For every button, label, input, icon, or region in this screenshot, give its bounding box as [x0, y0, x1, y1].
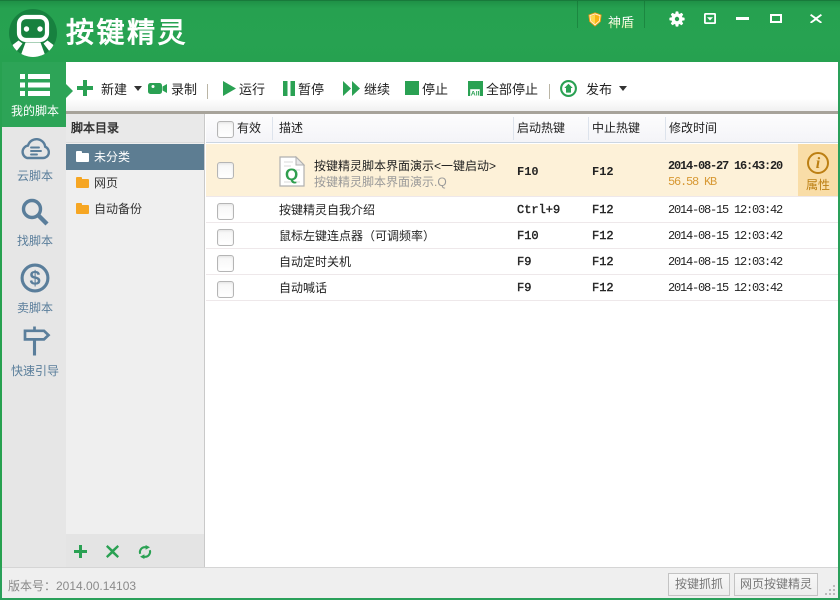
svg-text:All: All: [471, 90, 480, 96]
svg-text:$: $: [29, 268, 40, 290]
svg-text:Q: Q: [285, 165, 298, 184]
